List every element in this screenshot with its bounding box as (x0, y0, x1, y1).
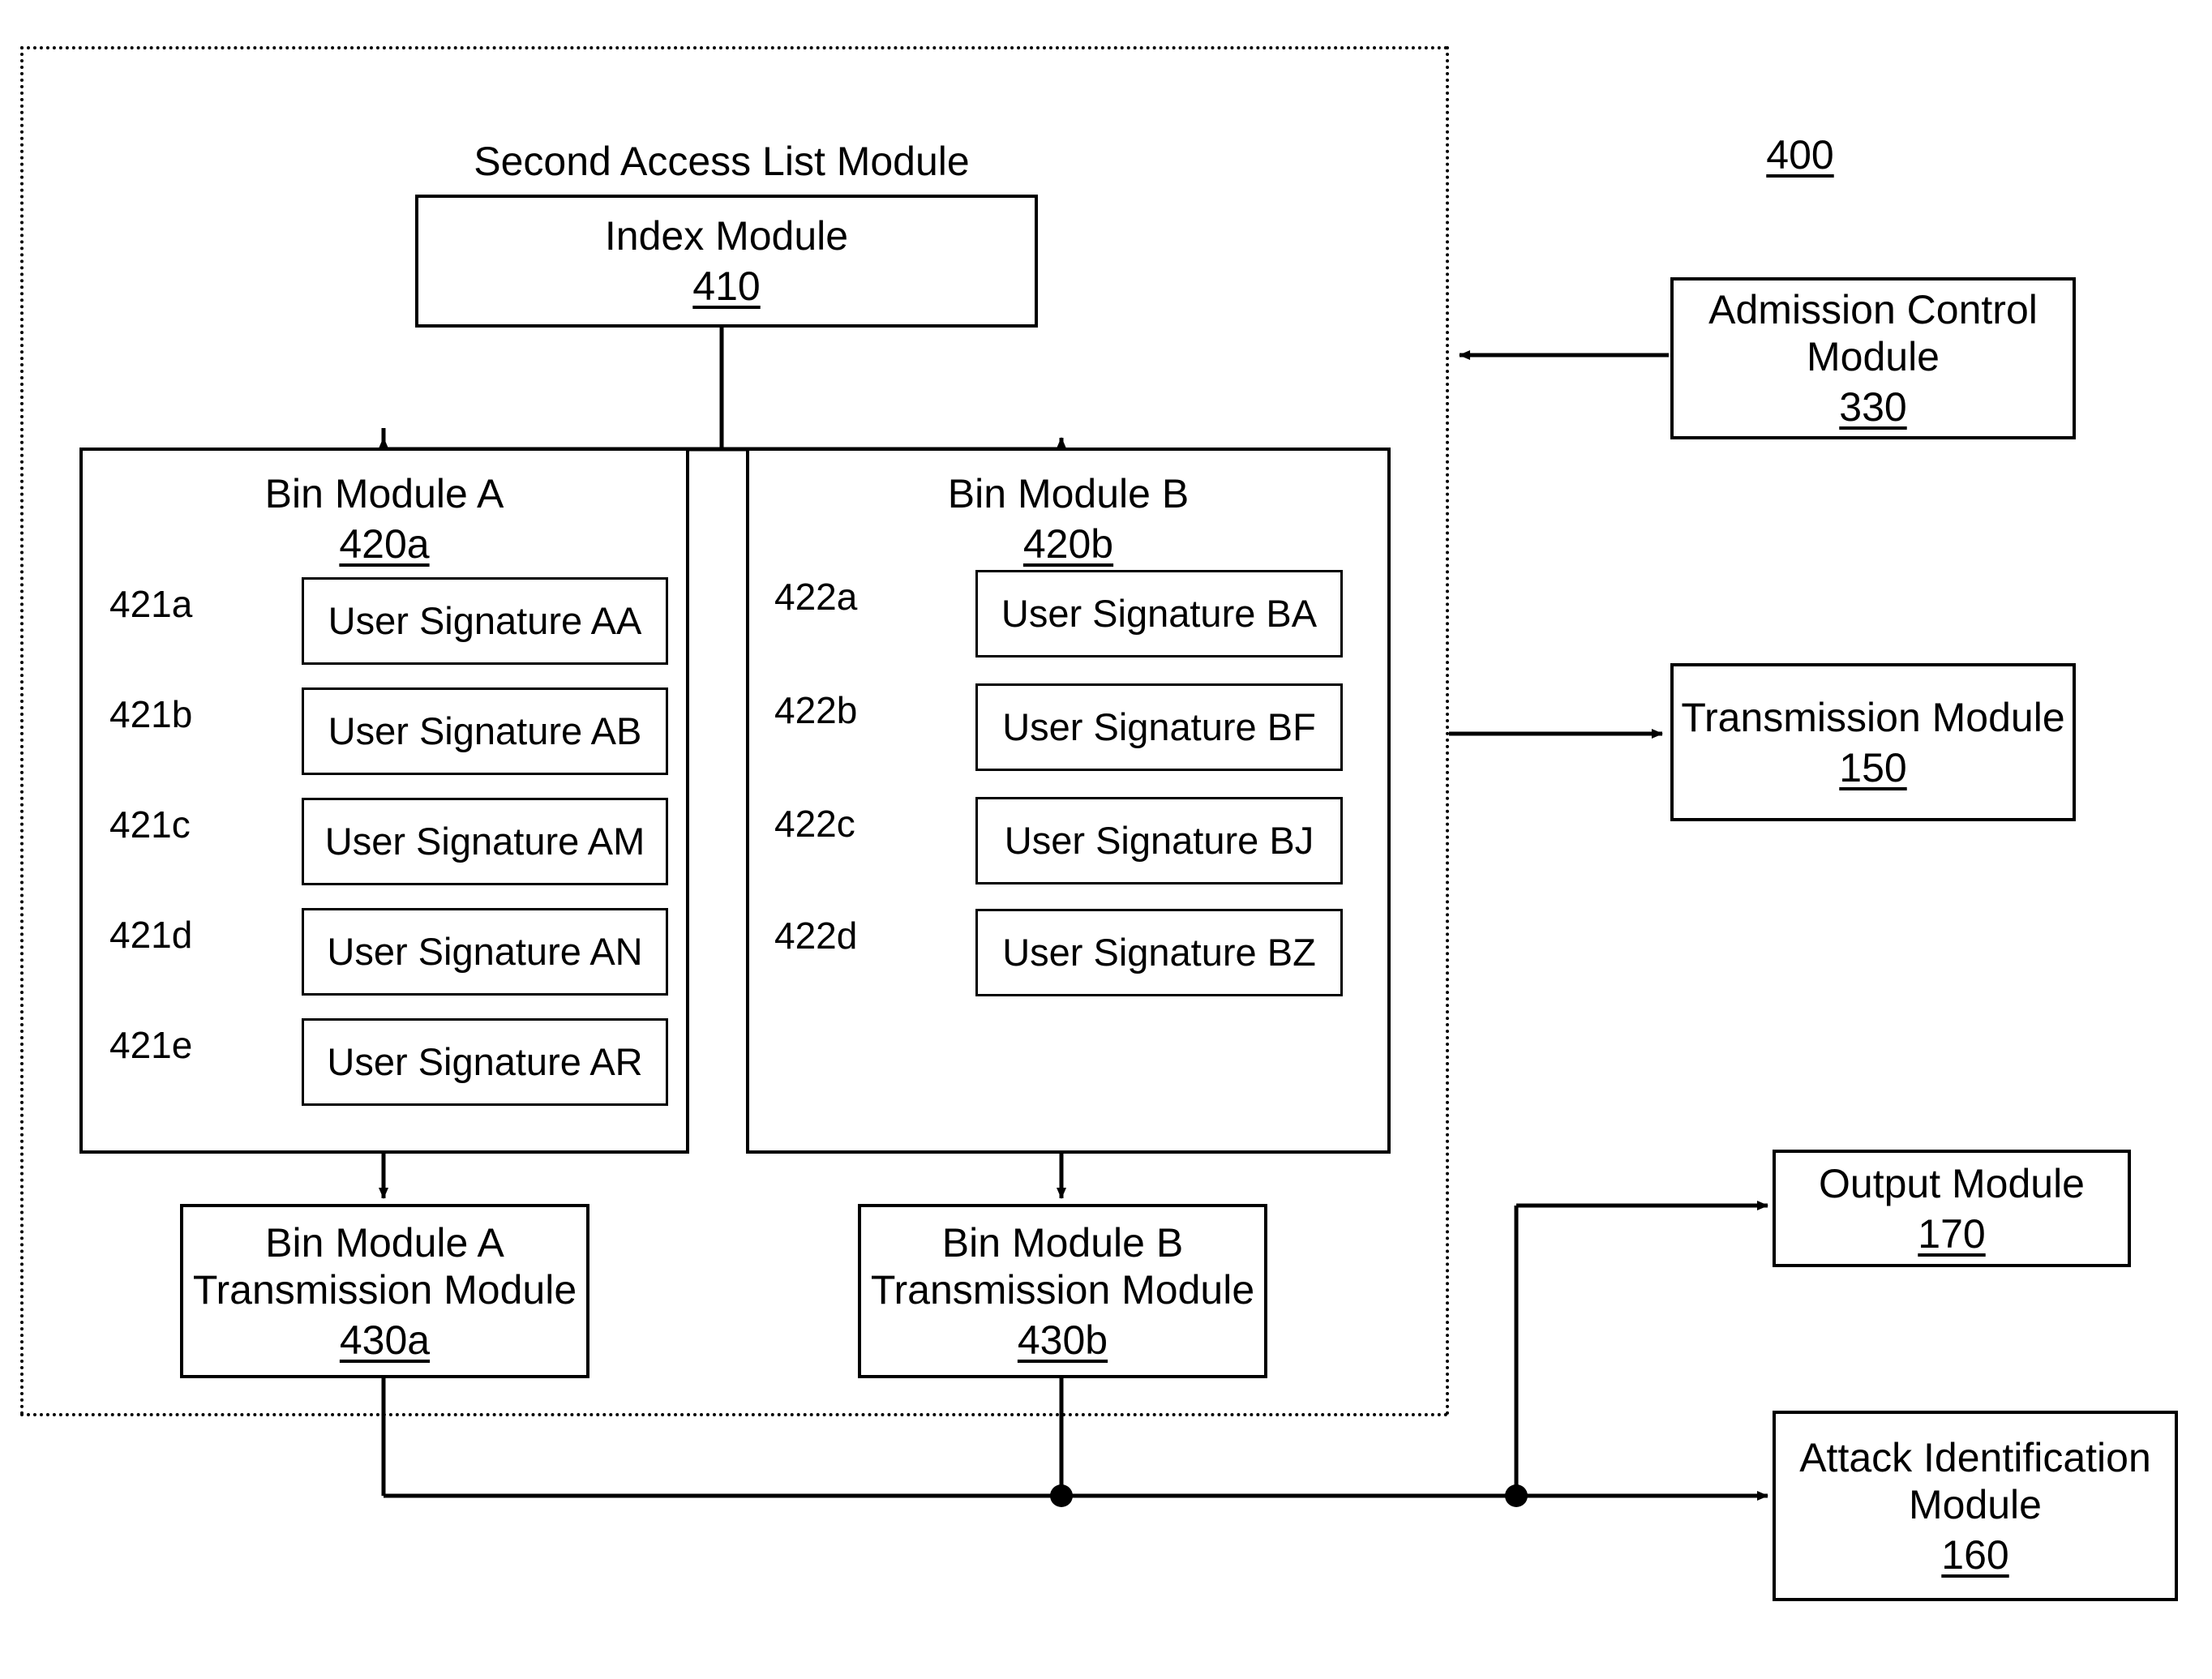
user-signature-label: User Signature AA (328, 598, 642, 642)
user-signature-box-421a[interactable]: User Signature AA (302, 577, 668, 665)
attack-identification-module-box[interactable]: Attack Identification Module 160 (1773, 1411, 2178, 1601)
user-signature-box-422d[interactable]: User Signature BZ (975, 909, 1343, 996)
patent-figure-400: 400 Second Access List Module 405 Index … (0, 0, 2212, 1679)
output-module-ref: 170 (1918, 1210, 1986, 1257)
callout-label-421e: 421e (109, 1024, 193, 1066)
callout-label-421a: 421a (109, 583, 193, 625)
callout-label-422a: 422a (774, 576, 858, 618)
user-signature-box-421b[interactable]: User Signature AB (302, 687, 668, 775)
junction-dot-output-branch (1505, 1484, 1528, 1507)
transmission-module-title: Transmission Module (1681, 694, 2065, 740)
index-module-ref: 410 (692, 263, 761, 309)
callout-label-421c: 421c (109, 803, 191, 846)
user-signature-label: User Signature BZ (1002, 930, 1316, 974)
bin-module-b-transmission-module-box[interactable]: Bin Module B Transmission Module 430b (858, 1204, 1267, 1378)
bin-module-a-transmission-module-box[interactable]: Bin Module A Transmission Module 430a (180, 1204, 589, 1378)
callout-label-421b: 421b (109, 693, 193, 735)
bin-b-tx-ref: 430b (1017, 1317, 1108, 1363)
index-module-title: Index Module (604, 213, 849, 259)
bin-module-a-ref: 420a (339, 521, 430, 567)
user-signature-label: User Signature BJ (1004, 818, 1314, 862)
user-signature-label: User Signature AB (328, 709, 642, 752)
bin-a-tx-ref: 430a (339, 1317, 431, 1363)
container-title-text: Second Access List Module (474, 139, 970, 184)
user-signature-label: User Signature AR (327, 1039, 643, 1083)
callout-label-421d: 421d (109, 914, 193, 956)
user-signature-box-421c[interactable]: User Signature AM (302, 798, 668, 885)
user-signature-box-422b[interactable]: User Signature BF (975, 683, 1343, 771)
callout-label-422d: 422d (774, 914, 858, 957)
admission-control-module-box[interactable]: Admission Control Module 330 (1670, 277, 2076, 439)
user-signature-label: User Signature AN (327, 929, 643, 973)
bin-module-b-title: Bin Module B (947, 471, 1190, 516)
figure-number-ref: 400 (1766, 132, 1834, 178)
user-signature-label: User Signature BA (1001, 591, 1318, 635)
output-module-title: Output Module (1819, 1160, 2085, 1206)
bin-module-b-ref: 420b (1022, 521, 1114, 567)
user-signature-label: User Signature AM (324, 819, 645, 863)
user-signature-box-422a[interactable]: User Signature BA (975, 570, 1343, 657)
user-signature-box-422c[interactable]: User Signature BJ (975, 797, 1343, 884)
user-signature-label: User Signature BF (1002, 705, 1316, 748)
transmission-module-ref: 150 (1839, 744, 1907, 790)
index-module-box[interactable]: Index Module 410 (415, 195, 1038, 328)
bin-a-tx-title: Bin Module A Transmission Module (192, 1219, 577, 1313)
admission-control-title: Admission Control Module (1708, 287, 2038, 379)
callout-label-422c: 422c (774, 803, 855, 845)
attack-identification-ref: 160 (1941, 1531, 2009, 1578)
callout-label-422b: 422b (774, 689, 858, 731)
user-signature-box-421d[interactable]: User Signature AN (302, 908, 668, 996)
attack-identification-title: Attack Identification Module (1799, 1434, 2151, 1527)
bin-b-tx-title: Bin Module B Transmission Module (870, 1219, 1255, 1313)
junction-dot-bin-b (1050, 1484, 1073, 1507)
bin-module-a-title: Bin Module A (264, 471, 504, 516)
user-signature-box-421e[interactable]: User Signature AR (302, 1018, 668, 1106)
figure-number: 400 (1727, 81, 1873, 225)
transmission-module-box[interactable]: Transmission Module 150 (1670, 663, 2076, 821)
output-module-box[interactable]: Output Module 170 (1773, 1150, 2131, 1267)
admission-control-ref: 330 (1839, 384, 1907, 430)
